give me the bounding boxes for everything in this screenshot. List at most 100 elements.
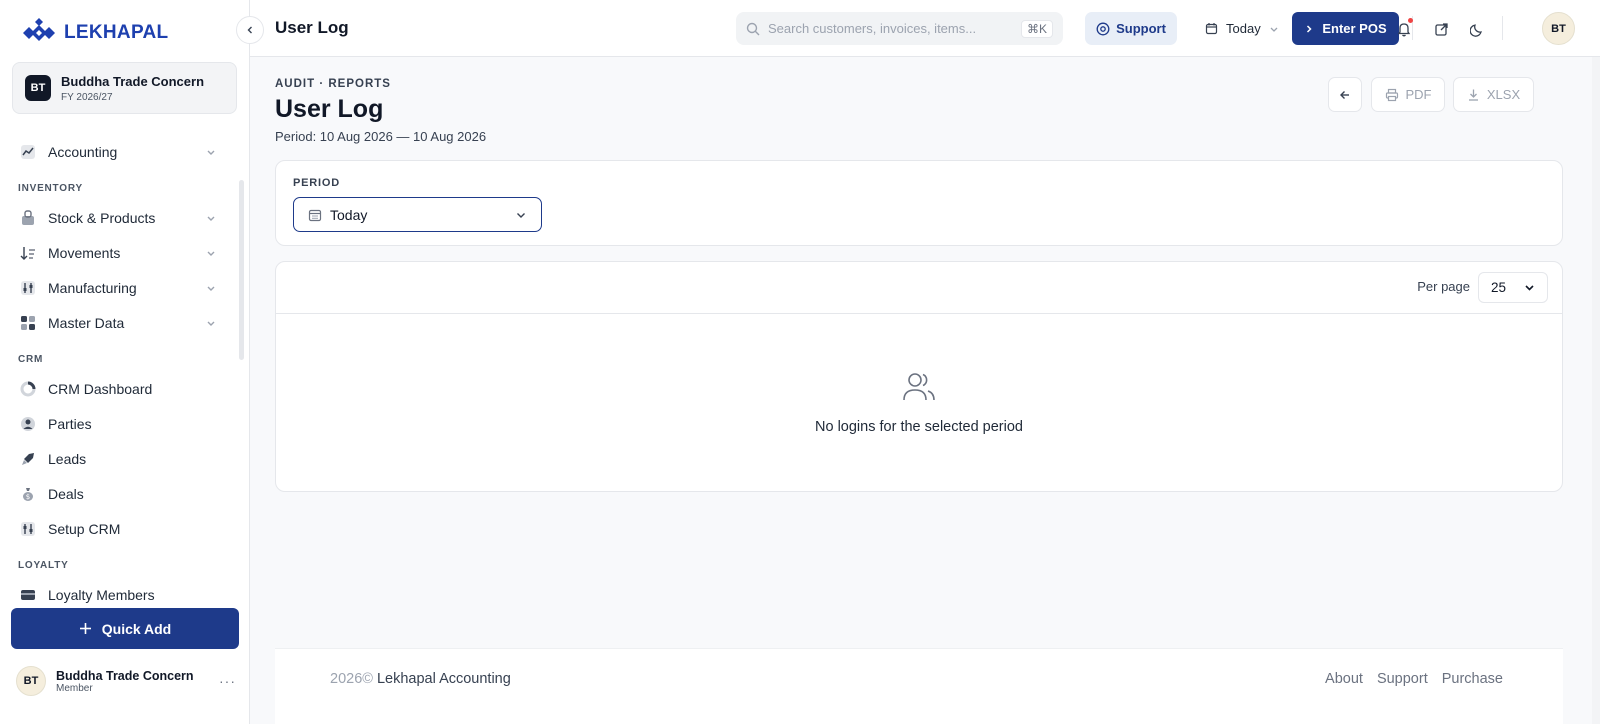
footer-link-purchase[interactable]: Purchase — [1442, 671, 1503, 687]
search-input[interactable] — [768, 21, 1013, 36]
per-page-select[interactable]: 25 — [1478, 272, 1548, 303]
empty-state-message: No logins for the selected period — [815, 419, 1023, 435]
copyright-year: 2026© — [330, 671, 373, 687]
brand[interactable]: LEKHAPAL — [22, 18, 168, 48]
org-avatar: BT — [25, 75, 51, 101]
sidebar-nav: Accounting INVENTORY Stock & Products Mo… — [0, 134, 236, 608]
support-label: Support — [1116, 21, 1166, 36]
arrow-left-icon — [1340, 90, 1349, 99]
topbar: User Log ⌘K Support Today Enter POS BT — [250, 0, 1600, 57]
sidebar-item-parties[interactable]: Parties — [0, 406, 236, 441]
plus-icon — [79, 623, 91, 634]
notifications-button[interactable] — [1391, 16, 1417, 42]
sidebar-item-manufacturing[interactable]: Manufacturing — [0, 270, 236, 305]
sort-arrows-icon — [20, 245, 36, 261]
sidebar-item-label: Stock & Products — [48, 209, 156, 226]
avatar[interactable]: BT — [1542, 12, 1575, 45]
sidebar-item-loyalty-members[interactable]: Loyalty Members — [0, 577, 236, 608]
moon-icon — [1469, 23, 1482, 37]
quick-add-label: Quick Add — [101, 620, 172, 637]
sidebar: LEKHAPAL BT Buddha Trade Concern FY 2026… — [0, 0, 250, 724]
nav-section-loyalty: LOYALTY — [18, 560, 69, 571]
shortcut-hint: ⌘K — [1020, 19, 1053, 38]
support-button[interactable]: Support — [1085, 12, 1177, 45]
back-button[interactable] — [1328, 77, 1362, 112]
copyright: 2026© Lekhapal Accounting — [330, 671, 511, 687]
date-range-select[interactable]: Today — [1205, 12, 1279, 45]
organization-switcher[interactable]: BT Buddha Trade Concern FY 2026/27 — [12, 62, 237, 114]
card-icon — [20, 587, 36, 603]
global-search[interactable]: ⌘K — [736, 12, 1063, 45]
footer-link-support[interactable]: Support — [1377, 671, 1428, 687]
download-icon — [1468, 89, 1478, 101]
sidebar-item-leads[interactable]: Leads — [0, 441, 236, 476]
bell-icon — [1397, 23, 1411, 37]
sidebar-item-accounting[interactable]: Accounting — [0, 134, 236, 169]
copyright-brand: Lekhapal Accounting — [376, 671, 511, 687]
sidebar-item-label: Parties — [48, 415, 92, 432]
sidebar-item-label: Accounting — [48, 143, 118, 160]
period-select-value: Today — [330, 206, 368, 223]
collapse-sidebar-button[interactable] — [236, 16, 264, 44]
table-toolbar: Per page 25 — [276, 262, 1562, 314]
nav-section-inventory: INVENTORY — [18, 183, 83, 194]
footer-links: About Support Purchase — [1325, 671, 1503, 687]
export-xlsx-button[interactable]: XLSX — [1453, 77, 1534, 112]
calendar-icon — [308, 209, 322, 221]
sidebar-item-label: Setup CRM — [48, 520, 121, 537]
chevron-down-icon — [207, 150, 215, 155]
export-pdf-button[interactable]: PDF — [1371, 77, 1445, 112]
user-circle-icon — [20, 416, 36, 432]
calendar-icon — [1205, 23, 1218, 35]
open-external-button[interactable] — [1428, 16, 1454, 42]
period-range: Period: 10 Aug 2026 — 10 Aug 2026 — [275, 129, 487, 144]
nav-section-crm: CRM — [18, 354, 44, 365]
grid-icon — [20, 315, 36, 331]
page-title: User Log — [275, 95, 384, 123]
enter-pos-label: Enter POS — [1322, 21, 1387, 36]
filter-card: PERIOD Today — [275, 160, 1563, 246]
breadcrumb: AUDIT · REPORTS — [275, 78, 391, 90]
sidebar-item-label: Movements — [48, 244, 121, 261]
page-scrollbar[interactable] — [1592, 57, 1600, 724]
chart-icon — [20, 144, 36, 160]
avatar: BT — [16, 666, 46, 696]
footer-link-about[interactable]: About — [1325, 671, 1363, 687]
main-content: AUDIT · REPORTS User Log Period: 10 Aug … — [250, 57, 1600, 724]
users-icon — [903, 373, 935, 401]
chevron-down-icon — [1525, 285, 1534, 291]
settings-sliders-icon — [20, 521, 36, 537]
chevron-down-icon — [207, 251, 215, 256]
sidebar-item-movements[interactable]: Movements — [0, 235, 236, 270]
topbar-title: User Log — [275, 18, 349, 37]
sidebar-item-master-data[interactable]: Master Data — [0, 305, 236, 340]
money-bag-icon: $ — [20, 486, 36, 502]
fiscal-year: FY 2026/27 — [61, 91, 113, 103]
chevron-down-icon — [517, 212, 525, 218]
period-select[interactable]: Today — [293, 197, 542, 232]
sidebar-item-label: Master Data — [48, 314, 125, 331]
xlsx-label: XLSX — [1486, 87, 1521, 102]
user-name: Buddha Trade Concern — [56, 668, 194, 683]
chevron-down-icon — [207, 286, 215, 291]
quick-add-button[interactable]: Quick Add — [11, 608, 239, 649]
pdf-label: PDF — [1405, 87, 1432, 102]
enter-pos-button[interactable]: Enter POS — [1292, 12, 1399, 45]
date-range-value: Today — [1226, 21, 1261, 36]
external-link-icon — [1434, 22, 1448, 36]
sidebar-scrollbar[interactable] — [239, 180, 244, 360]
sidebar-item-stock[interactable]: Stock & Products — [0, 200, 236, 235]
user-role: Member — [56, 682, 93, 694]
pie-chart-icon — [20, 381, 36, 397]
sidebar-item-label: Leads — [48, 450, 87, 467]
sidebar-item-crm-dashboard[interactable]: CRM Dashboard — [0, 371, 236, 406]
page-footer: 2026© Lekhapal Accounting About Support … — [275, 648, 1563, 724]
theme-toggle-button[interactable] — [1464, 16, 1490, 42]
user-profile[interactable]: BT Buddha Trade Concern Member ··· — [16, 664, 236, 698]
chevron-down-icon — [1270, 27, 1278, 32]
more-options-icon[interactable]: ··· — [219, 673, 236, 689]
period-filter-label: PERIOD — [293, 177, 340, 189]
sidebar-item-setup-crm[interactable]: Setup CRM — [0, 511, 236, 546]
sidebar-item-deals[interactable]: $ Deals — [0, 476, 236, 511]
user-log-table-card: Per page 25 No logins for the selected p… — [275, 261, 1563, 492]
